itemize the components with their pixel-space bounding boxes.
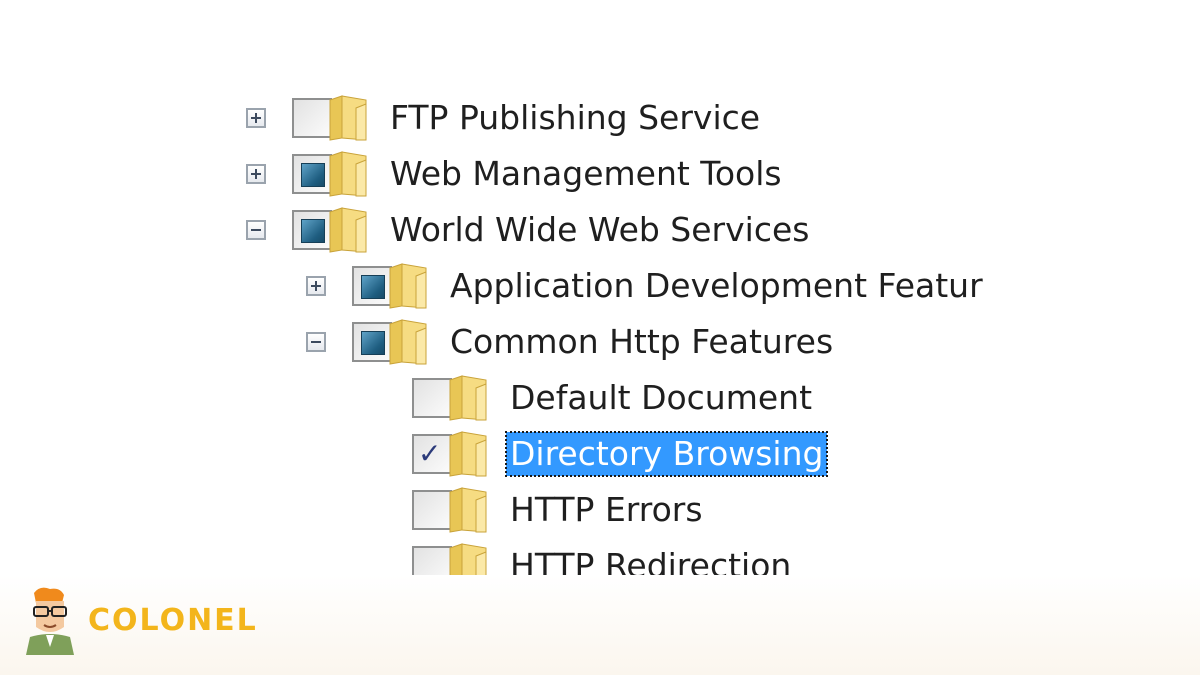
expand-icon[interactable] [246,108,266,128]
brand-name: COLONEL [88,602,258,638]
tree-item-ftp-publishing-service[interactable]: FTP Publishing Service [246,90,764,146]
tree-item-label: Default Document [510,378,813,417]
tree-item-http-errors[interactable]: HTTP Errors [366,482,707,538]
tree-item-label: HTTP Errors [510,490,703,529]
folder-icon [449,543,487,575]
tree-item-web-management-tools[interactable]: Web Management Tools [246,146,786,202]
collapse-icon[interactable] [246,220,266,240]
tree-item-common-http-features[interactable]: Common Http Features [306,314,837,370]
tree-item-world-wide-web-services[interactable]: World Wide Web Services [246,202,813,258]
tree-item-label: Web Management Tools [390,154,782,193]
expand-icon[interactable] [306,276,326,296]
tree-item-label: World Wide Web Services [390,210,810,249]
tree-item-label: Application Development Featur [450,266,983,305]
brand-logo: COLONEL [20,585,258,655]
collapse-icon[interactable] [306,332,326,352]
tree-item-label: FTP Publishing Service [390,98,761,137]
tree-item-directory-browsing[interactable]: ✓ Directory Browsing [366,426,829,482]
folder-icon [389,319,427,365]
tree-item-label: Common Http Features [450,322,834,361]
folder-icon [449,487,487,533]
folder-icon [329,207,367,253]
expand-icon[interactable] [246,164,266,184]
tree-item-default-document[interactable]: Default Document [366,370,816,426]
folder-icon [449,431,487,477]
folder-icon [449,375,487,421]
tree-item-label-selected: Directory Browsing [504,431,829,477]
tree-item-application-development-features[interactable]: Application Development Featur [306,258,987,314]
features-tree: FTP Publishing Service Web Management To… [0,0,1200,575]
tree-item-http-redirection[interactable]: HTTP Redirection [366,538,795,575]
folder-icon [389,263,427,309]
checkmark-icon: ✓ [418,437,442,470]
tree-item-label: HTTP Redirection [510,546,792,575]
folder-icon [329,95,367,141]
folder-icon [329,151,367,197]
mascot-icon [26,587,74,655]
